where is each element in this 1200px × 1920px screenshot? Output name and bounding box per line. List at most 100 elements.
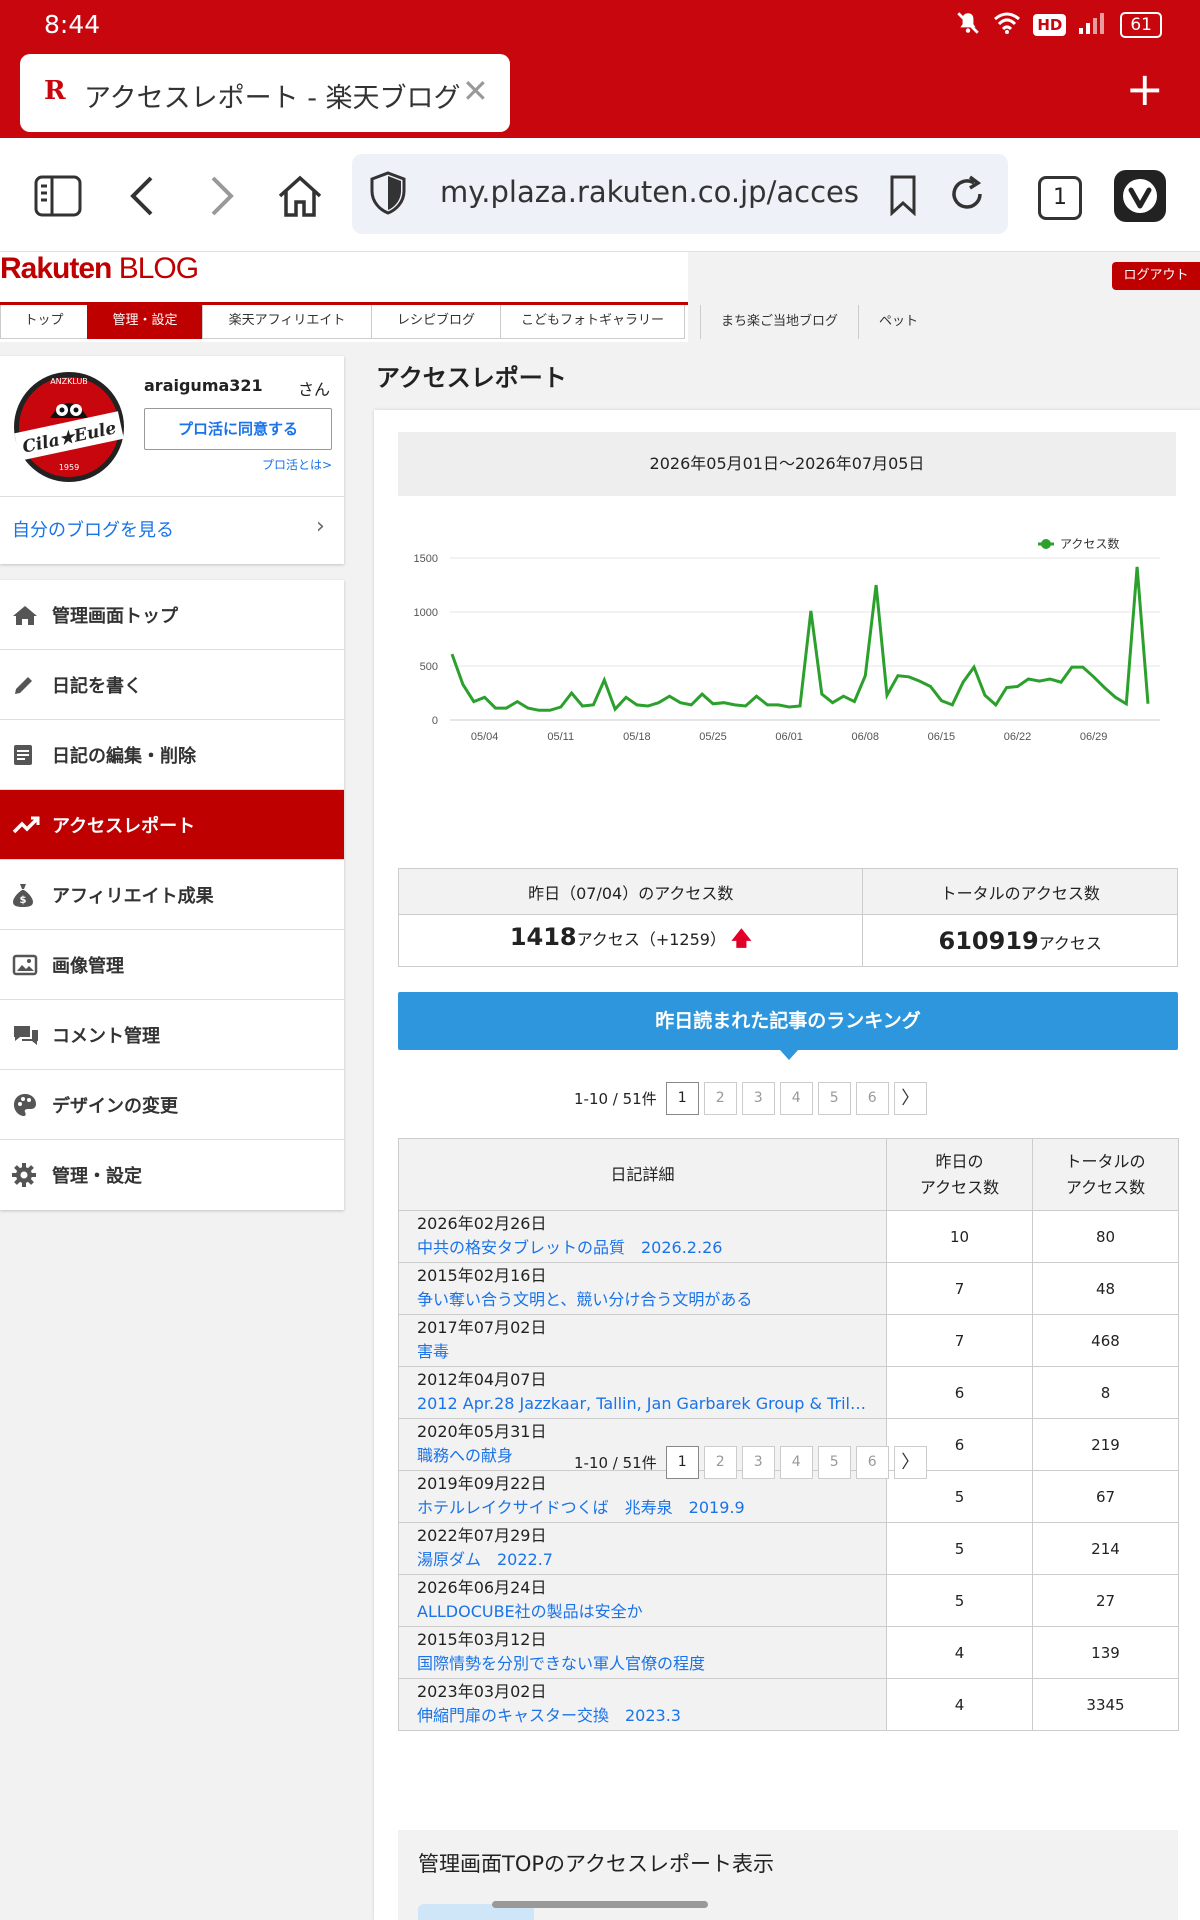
nav-affiliate[interactable]: 楽天アフィリエイト [202,305,372,339]
next-page-button[interactable]: 〉 [893,1446,927,1479]
total-count: 27 [1032,1574,1179,1627]
diary-title-link[interactable]: 湯原ダム 2022.7 [417,1548,872,1572]
diary-title-link[interactable]: 伸縮門扉のキャスター交換 2023.3 [417,1704,872,1728]
report-period: 2026年05月01日～2026年07月05日 [398,432,1176,496]
ranking-header: 昨日読まれた記事のランキング [398,992,1178,1050]
menu-comment-management[interactable]: コメント管理 [0,1000,344,1070]
svg-text:ANZKLUB: ANZKLUB [50,377,88,386]
logout-button[interactable]: ログアウト [1112,262,1200,290]
diary-date: 2022年07月29日 [417,1526,547,1545]
table-row: 2026年06月24日 ALLDOCUBE社の製品は安全か 5 27 [398,1574,1179,1627]
forward-icon[interactable] [194,168,250,224]
wifi-icon [993,11,1021,40]
diary-title-link[interactable]: 中共の格安タブレットの品質 2026.2.26 [417,1236,872,1260]
page-2-button[interactable]: 2 [703,1446,737,1479]
panel-toggle-icon[interactable] [30,168,86,224]
nav-pet[interactable]: ペット [858,305,938,339]
menu-edit-diary[interactable]: 日記の編集・削除 [0,720,344,790]
page-3-button[interactable]: 3 [741,1446,775,1479]
trend-icon [0,814,52,836]
diary-title-link[interactable]: ALLDOCUBE社の製品は安全か [417,1600,872,1624]
shield-icon[interactable] [370,171,406,219]
diary-title-link[interactable]: 国際情勢を分別できない軍人官僚の程度 [417,1652,872,1676]
tab-count-button[interactable]: 1 [1038,176,1082,220]
page-6-button[interactable]: 6 [855,1082,889,1115]
page-3-button[interactable]: 3 [741,1082,775,1115]
diary-cell: 2012年04月07日 2012 Apr.28 Jazzkaar, Tallin,… [398,1366,887,1419]
page-5-button[interactable]: 5 [817,1446,851,1479]
vivaldi-menu-icon[interactable] [1114,170,1166,222]
page-5-button[interactable]: 5 [817,1082,851,1115]
browser-tab[interactable]: R アクセスレポート - 楽天ブログ ✕ [20,54,510,132]
page-6-button[interactable]: 6 [855,1446,889,1479]
reload-icon[interactable] [948,174,986,218]
nav-settings[interactable]: 管理・設定 [87,305,203,339]
diary-title-link[interactable]: 害毒 [417,1340,872,1364]
yesterday-count: 5 [886,1522,1033,1575]
table-row: 2015年03月12日 国際情勢を分別できない軍人官僚の程度 4 139 [398,1626,1179,1679]
x-tick-label: 05/25 [699,731,727,743]
yesterday-count: 5 [886,1574,1033,1627]
menu-design-change[interactable]: デザインの変更 [0,1070,344,1140]
menu-write-diary[interactable]: 日記を書く [0,650,344,720]
mute-icon [955,10,981,41]
diary-date: 2023年03月02日 [417,1682,547,1701]
yesterday-access-header: 昨日（07/04）のアクセス数 [397,868,864,915]
tab-close-icon[interactable]: ✕ [462,72,489,110]
menu-settings[interactable]: 管理・設定 [0,1140,344,1210]
diary-cell: 2023年03月02日伸縮門扉のキャスター交換 2023.3 [398,1678,887,1731]
gesture-bar[interactable] [492,1901,708,1908]
page-2-button[interactable]: 2 [703,1082,737,1115]
home-nav-icon[interactable] [272,168,328,224]
stats-table: 昨日（07/04）のアクセス数 トータルのアクセス数 1418アクセス（+125… [397,868,1178,967]
pro-agree-button[interactable]: プロ活に同意する [144,408,332,450]
nav-top[interactable]: トップ [0,305,88,339]
diary-cell: 2017年07月02日害毒 [398,1314,887,1367]
bookmark-icon[interactable] [888,174,918,220]
nav-local-blog[interactable]: まち楽ご当地ブログ [700,305,858,339]
url-text[interactable]: my.plaza.rakuten.co.jp/acces [440,175,870,209]
diary-title-link[interactable]: 2012 Apr.28 Jazzkaar, Tallin, Jan Garbar… [417,1392,872,1416]
next-page-button[interactable]: 〉 [893,1082,927,1115]
pro-about-link[interactable]: プロ活とは> [262,456,332,473]
my-blog-link[interactable]: 自分のブログを見る [12,516,174,542]
global-nav-extra: まち楽ご当地ブログ ペット [700,305,938,339]
comments-icon [0,1023,52,1047]
image-icon [0,954,52,976]
menu-access-report[interactable]: アクセスレポート [0,790,344,860]
new-tab-plus-icon[interactable]: + [1125,66,1164,112]
nav-kids-photo[interactable]: こどもフォトギャラリー [500,305,685,339]
table-row: 2023年03月02日 伸縮門扉のキャスター交換 2023.3 4 3345 [398,1678,1179,1731]
total-access-cell: 610919アクセス [862,914,1178,967]
document-icon [0,743,52,767]
x-tick-label: 06/08 [851,731,879,743]
avatar[interactable]: Cila★Eule ANZKLUB 1959 [12,370,126,484]
back-icon[interactable] [114,168,170,224]
diary-title-link[interactable]: ホテルレイクサイドつくば 兆寿泉 2019.9 [417,1496,872,1520]
diary-cell: 2022年07月29日湯原ダム 2022.7 [398,1522,887,1575]
yesterday-count: 10 [886,1210,1033,1263]
rakuten-header: Rakuten BLOG トップ 管理・設定 楽天アフィリエイト レシピブログ … [0,252,1200,342]
page-4-button[interactable]: 4 [779,1446,813,1479]
y-tick-label: 0 [432,715,438,727]
home-icon [0,604,52,626]
nav-recipe-blog[interactable]: レシピブログ [371,305,501,339]
total-count: 48 [1032,1262,1179,1315]
page-4-button[interactable]: 4 [779,1082,813,1115]
menu-affiliate-results[interactable]: $ アフィリエイト成果 [0,860,344,930]
total-count: 3345 [1032,1678,1179,1731]
side-menu: 管理画面トップ 日記を書く 日記の編集・削除 アクセスレポート $ アフィリエイ… [0,580,344,1210]
rakuten-blog-logo[interactable]: Rakuten BLOG [0,252,199,286]
page-1-button[interactable]: 1 [665,1082,699,1115]
menu-image-management[interactable]: 画像管理 [0,930,344,1000]
diary-cell: 2015年03月12日 国際情勢を分別できない軍人官僚の程度 [398,1626,887,1679]
page-1-button[interactable]: 1 [665,1446,699,1479]
address-bar[interactable]: my.plaza.rakuten.co.jp/acces [352,154,1008,234]
chevron-right-icon[interactable]: › [316,514,325,539]
menu-admin-top[interactable]: 管理画面トップ [0,580,344,650]
page-title: アクセスレポート [376,364,567,392]
rakuten-favicon: R [44,76,66,106]
diary-date: 2017年07月02日 [417,1318,547,1337]
tab-title: アクセスレポート - 楽天ブログ [84,83,461,114]
diary-title-link[interactable]: 争い奪い合う文明と、競い分け合う文明がある [417,1288,872,1312]
